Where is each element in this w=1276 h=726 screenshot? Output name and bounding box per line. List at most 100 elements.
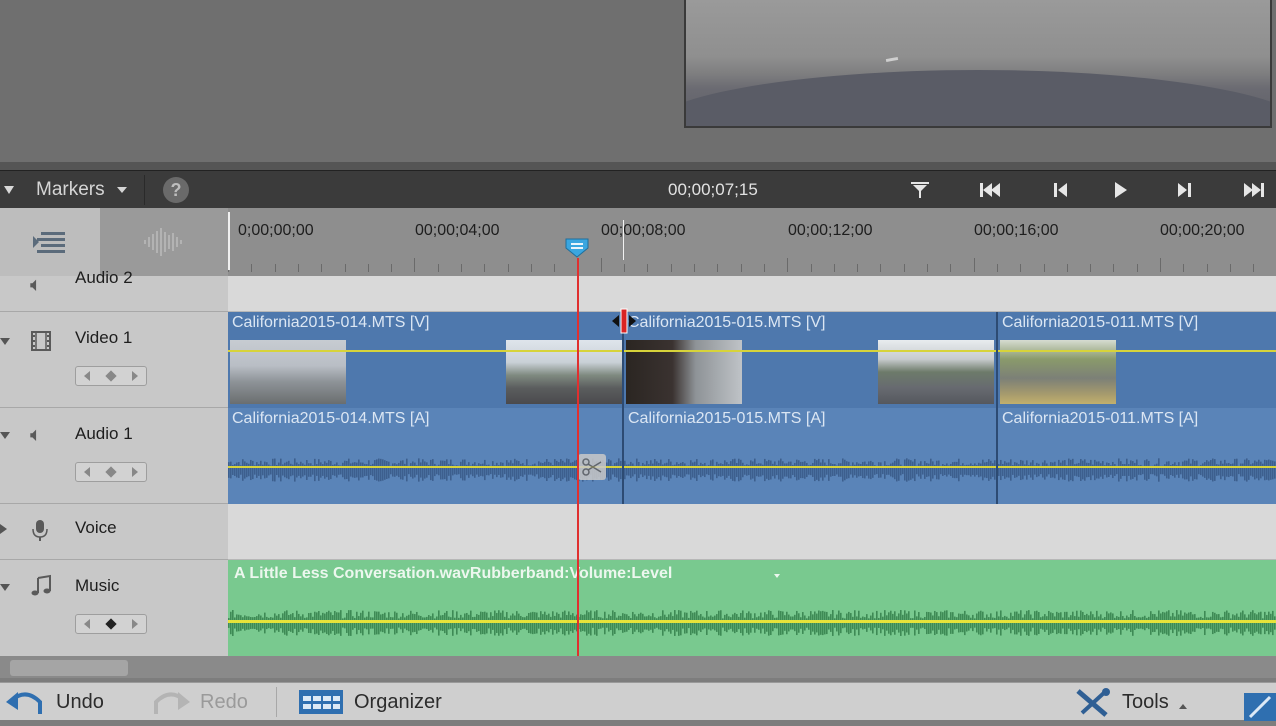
- skip-to-end-icon: [1244, 183, 1264, 197]
- volume-rubberband[interactable]: [228, 620, 1276, 623]
- redo-button[interactable]: Redo: [150, 683, 248, 721]
- track-header-voice[interactable]: Voice: [0, 504, 228, 560]
- volume-rubberband[interactable]: [998, 466, 1276, 468]
- add-keyframe-icon[interactable]: [105, 618, 117, 630]
- hover-time-indicator: [623, 220, 624, 260]
- ruler-tick-label: 00;00;12;00: [788, 222, 873, 239]
- scrollbar-thumb[interactable]: [10, 660, 128, 676]
- trim-cursor-icon: [612, 308, 636, 334]
- audio-waveform: [624, 458, 996, 482]
- split-clip-tool[interactable]: [578, 454, 606, 480]
- add-keyframe-icon[interactable]: [105, 466, 117, 478]
- audio-waveform: [228, 610, 1276, 636]
- film-strip-icon: [30, 330, 52, 358]
- prev-keyframe-icon[interactable]: [84, 371, 91, 381]
- volume-rubberband[interactable]: [228, 466, 622, 468]
- audio-waveform-toggle[interactable]: [100, 208, 228, 276]
- expand-triangle-icon[interactable]: [0, 338, 10, 345]
- divider: [276, 687, 277, 717]
- expand-triangle-icon[interactable]: [0, 584, 10, 591]
- playhead-marker-icon: [565, 238, 589, 258]
- audio-clip[interactable]: California2015-011.MTS [A]: [998, 408, 1276, 504]
- divider: [144, 175, 145, 205]
- track-header-music[interactable]: Music: [0, 560, 228, 656]
- redo-label: Redo: [200, 690, 248, 713]
- expand-triangle-icon[interactable]: [0, 524, 7, 534]
- keyframe-controls[interactable]: [75, 366, 147, 386]
- track-video1[interactable]: California2015-014.MTS [V] California201…: [228, 312, 1276, 408]
- play-button[interactable]: [1106, 179, 1134, 201]
- track-name: Music: [75, 576, 120, 595]
- next-keyframe-icon[interactable]: [131, 619, 138, 629]
- help-icon[interactable]: ?: [163, 177, 189, 203]
- undo-button[interactable]: Undo: [6, 683, 104, 721]
- ruler-tick-label: 00;00;04;00: [415, 222, 500, 239]
- redo-icon: [154, 692, 190, 714]
- current-timecode: 00;00;07;15: [668, 180, 758, 199]
- waveform-icon: [144, 228, 182, 256]
- opacity-rubberband[interactable]: [228, 350, 622, 352]
- playhead-handle[interactable]: [565, 238, 589, 258]
- preview-monitor[interactable]: [684, 0, 1272, 128]
- chevron-down-icon[interactable]: [774, 574, 780, 578]
- step-forward-button[interactable]: [1171, 179, 1199, 201]
- horizontal-scrollbar[interactable]: [0, 656, 1276, 678]
- skip-to-start-icon: [980, 183, 1000, 197]
- goto-end-button[interactable]: [1240, 179, 1268, 201]
- scissors-icon: [582, 458, 602, 476]
- add-keyframe-icon[interactable]: [105, 370, 117, 382]
- organizer-button[interactable]: Organizer: [298, 683, 442, 721]
- markers-menu[interactable]: Markers: [0, 171, 127, 208]
- keyframe-controls[interactable]: [75, 462, 147, 482]
- goto-start-button[interactable]: [976, 179, 1004, 201]
- tools-button[interactable]: Tools: [1072, 683, 1187, 721]
- track-header-video1[interactable]: Video 1: [0, 312, 228, 408]
- undo-icon: [6, 692, 42, 714]
- expand-panel-button[interactable]: [1244, 693, 1276, 721]
- clip-name: A Little Less Conversation.wavRubberband…: [234, 565, 673, 582]
- timeline-start-marker: [228, 212, 230, 270]
- opacity-rubberband[interactable]: [998, 350, 1276, 352]
- prev-keyframe-icon[interactable]: [84, 467, 91, 477]
- track-name: Audio 2: [75, 268, 133, 287]
- next-keyframe-icon[interactable]: [131, 371, 138, 381]
- tools-label: Tools: [1122, 690, 1169, 713]
- prev-keyframe-icon[interactable]: [84, 619, 91, 629]
- video-clip[interactable]: California2015-015.MTS [V]: [624, 312, 998, 408]
- audio-clip[interactable]: California2015-014.MTS [A]: [228, 408, 624, 504]
- track-header-audio2[interactable]: 🔈︎ Audio 2: [0, 268, 228, 312]
- clip-name: California2015-015.MTS [V]: [628, 314, 826, 331]
- track-name: Voice: [75, 518, 117, 537]
- time-ruler[interactable]: 0;00;00;00 00;00;04;00 00;00;08;00 00;00…: [228, 208, 1276, 276]
- track-audio1[interactable]: California2015-014.MTS [A] California201…: [228, 408, 1276, 504]
- pencil-icon: [1248, 695, 1272, 719]
- collapse-triangle-icon[interactable]: [4, 185, 14, 194]
- fit-to-visible-button[interactable]: [0, 208, 100, 276]
- track-music[interactable]: A Little Less Conversation.wavRubberband…: [228, 560, 1276, 656]
- video-clip[interactable]: California2015-011.MTS [V]: [998, 312, 1276, 408]
- track-audio2[interactable]: [228, 276, 1276, 312]
- track-name: Audio 1: [75, 424, 133, 443]
- organizer-grid-icon: [299, 690, 343, 714]
- undo-label: Undo: [56, 690, 104, 713]
- fit-tracks-icon: [33, 232, 65, 253]
- video-clip[interactable]: California2015-014.MTS [V]: [228, 312, 624, 408]
- keyframe-controls[interactable]: [75, 614, 147, 634]
- chevron-up-icon: [1178, 703, 1187, 709]
- music-note-icon: [30, 574, 54, 604]
- next-keyframe-icon[interactable]: [131, 467, 138, 477]
- chevron-down-icon: [116, 186, 127, 193]
- timeline-header: Markers ? 00;00;07;15: [0, 170, 1276, 208]
- speaker-icon: 🔈︎: [30, 274, 42, 296]
- expand-triangle-icon[interactable]: [0, 432, 10, 439]
- microphone-icon: [30, 518, 50, 548]
- goto-marker-button[interactable]: [906, 179, 934, 201]
- audio-clip[interactable]: California2015-015.MTS [A]: [624, 408, 998, 504]
- music-clip[interactable]: A Little Less Conversation.wavRubberband…: [228, 560, 1276, 656]
- opacity-rubberband[interactable]: [624, 350, 996, 352]
- step-back-button[interactable]: [1046, 179, 1074, 201]
- markers-label: Markers: [36, 178, 105, 200]
- track-header-audio1[interactable]: 🔈︎ Audio 1: [0, 408, 228, 504]
- volume-rubberband[interactable]: [624, 466, 996, 468]
- track-voice[interactable]: [228, 504, 1276, 560]
